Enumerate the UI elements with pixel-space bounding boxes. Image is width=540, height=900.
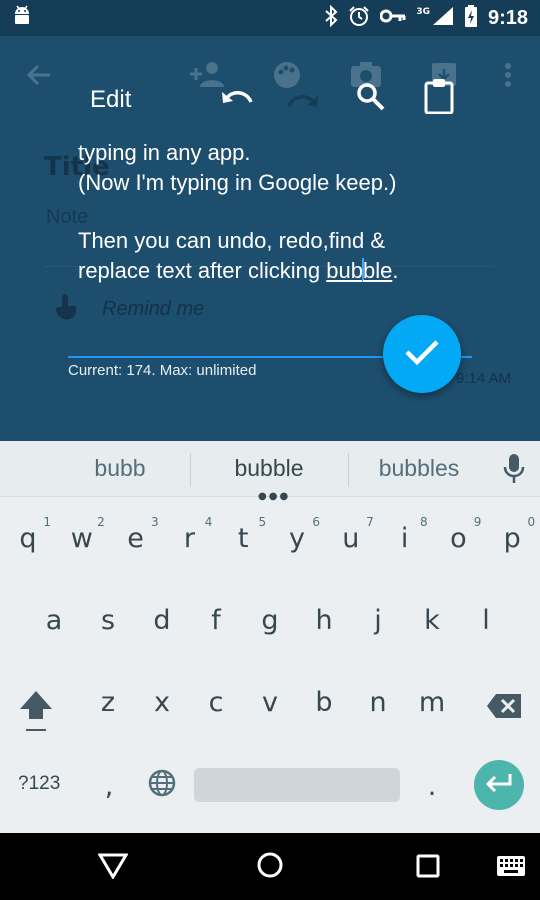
key-k[interactable]: k	[405, 605, 459, 636]
editor-line: (Now I'm typing in Google keep.)	[78, 170, 397, 195]
alarm-icon	[348, 5, 370, 31]
battery-charging-icon	[464, 5, 478, 31]
voice-input-icon[interactable]	[503, 453, 525, 489]
more-suggestions-icon[interactable]: ●●●	[258, 491, 290, 502]
key-hint: 1	[43, 515, 51, 529]
suggestion-strip: bubb bubble bubbles ●●●	[0, 441, 540, 502]
key-label: i	[400, 523, 409, 554]
key-hint: 2	[97, 515, 105, 529]
key-g[interactable]: g	[243, 605, 297, 636]
composing-word-part: bub	[326, 258, 363, 283]
home-circle-icon[interactable]	[256, 851, 284, 883]
search-icon[interactable]	[356, 82, 386, 116]
edited-time: 9:14 AM	[456, 370, 512, 387]
key-hint: 7	[366, 515, 374, 529]
key-label: t	[237, 523, 249, 554]
key-e[interactable]: 3e	[109, 515, 163, 554]
key-a[interactable]: a	[27, 605, 81, 636]
key-hint: 9	[473, 515, 482, 529]
key-b[interactable]: b	[297, 687, 351, 718]
key-u[interactable]: 7u	[324, 515, 378, 554]
remind-me-label[interactable]: Remind me	[102, 298, 204, 321]
key-s[interactable]: s	[81, 605, 135, 636]
editor-line-text: .	[392, 258, 399, 283]
key-l[interactable]: l	[459, 605, 513, 636]
editor-line: Then you can undo, redo,find &	[78, 228, 385, 253]
key-d[interactable]: d	[135, 605, 189, 636]
key-label: u	[342, 523, 360, 554]
key-x[interactable]: x	[135, 687, 189, 718]
enter-key[interactable]	[474, 760, 524, 810]
back-triangle-icon[interactable]	[97, 853, 129, 883]
key-label: e	[127, 523, 144, 554]
undo-icon[interactable]	[220, 84, 254, 114]
key-t[interactable]: 5t	[216, 515, 270, 554]
check-icon	[404, 338, 440, 370]
key-r[interactable]: 4r	[162, 515, 216, 554]
editor-line: typing in any app.	[78, 140, 251, 165]
bluetooth-icon	[324, 4, 338, 31]
composing-word: bubble	[326, 258, 392, 283]
suggestion-divider	[190, 453, 191, 487]
key-i[interactable]: 8i	[378, 515, 432, 554]
vpn-key-icon	[379, 8, 406, 28]
character-counter: Current: 174. Max: unlimited	[68, 362, 257, 379]
key-label: y	[289, 523, 305, 554]
space-key[interactable]	[194, 768, 400, 802]
key-o[interactable]: 9o	[431, 515, 485, 554]
key-j[interactable]: j	[351, 605, 405, 636]
key-label: r	[183, 523, 195, 554]
composing-word-part: ble	[362, 258, 393, 283]
key-m[interactable]: m	[405, 687, 459, 718]
editor-title: Edit	[90, 86, 132, 113]
key-f[interactable]: f	[189, 605, 243, 636]
key-p[interactable]: 0p	[485, 515, 539, 554]
symbols-key[interactable]: ?123	[18, 773, 60, 795]
editor-text-area[interactable]: typing in any app. (Now I'm typing in Go…	[78, 138, 498, 286]
key-hint: 3	[150, 515, 159, 529]
editor-line-text: replace text after clicking	[78, 258, 327, 283]
signal-icon	[432, 6, 454, 30]
suggestion-left[interactable]: bubb	[45, 455, 195, 482]
suggestion-center[interactable]: bubble	[194, 455, 344, 482]
shift-key[interactable]	[18, 687, 54, 737]
key-q[interactable]: 1q	[1, 515, 55, 554]
key-h[interactable]: h	[297, 605, 351, 636]
key-hint: 5	[258, 515, 267, 529]
key-hint: 8	[419, 515, 428, 529]
key-label: q	[19, 523, 37, 554]
network-type-label: 3G	[416, 7, 430, 17]
enter-arrow-icon	[484, 772, 514, 798]
recents-square-icon[interactable]	[416, 854, 440, 882]
status-bar: 3G 9:18	[0, 0, 540, 36]
keyboard-switch-icon[interactable]	[496, 855, 526, 881]
soft-keyboard: bubb bubble bubbles ●●● 1q2w3e4r5t6y7u8i…	[0, 441, 540, 833]
suggestion-right[interactable]: bubbles	[344, 455, 494, 482]
navigation-bar	[0, 833, 540, 900]
key-z[interactable]: z	[81, 687, 135, 718]
confirm-button[interactable]	[383, 315, 461, 393]
key-y[interactable]: 6y	[270, 515, 324, 554]
key-n[interactable]: n	[351, 687, 405, 718]
key-v[interactable]: v	[243, 687, 297, 718]
language-globe-icon[interactable]	[147, 768, 177, 802]
android-icon	[12, 5, 32, 31]
key-label: p	[503, 523, 521, 554]
key-hint: 0	[527, 515, 536, 529]
editor-line: replace text after clicking bubble.	[78, 256, 498, 286]
clipboard-icon[interactable]	[424, 78, 454, 118]
period-key[interactable]: .	[405, 771, 459, 802]
comma-key[interactable]: ,	[82, 771, 136, 802]
status-time: 9:18	[487, 6, 528, 29]
key-hint: 6	[312, 515, 320, 529]
key-c[interactable]: c	[189, 687, 243, 718]
key-hint: 4	[204, 515, 213, 529]
editor-toolbar	[0, 64, 540, 134]
key-label: o	[450, 523, 467, 554]
backspace-key[interactable]	[486, 693, 522, 723]
redo-icon[interactable]	[286, 88, 320, 118]
reminder-hand-icon	[52, 292, 80, 328]
key-w[interactable]: 2w	[55, 515, 109, 554]
key-label: w	[70, 523, 93, 554]
